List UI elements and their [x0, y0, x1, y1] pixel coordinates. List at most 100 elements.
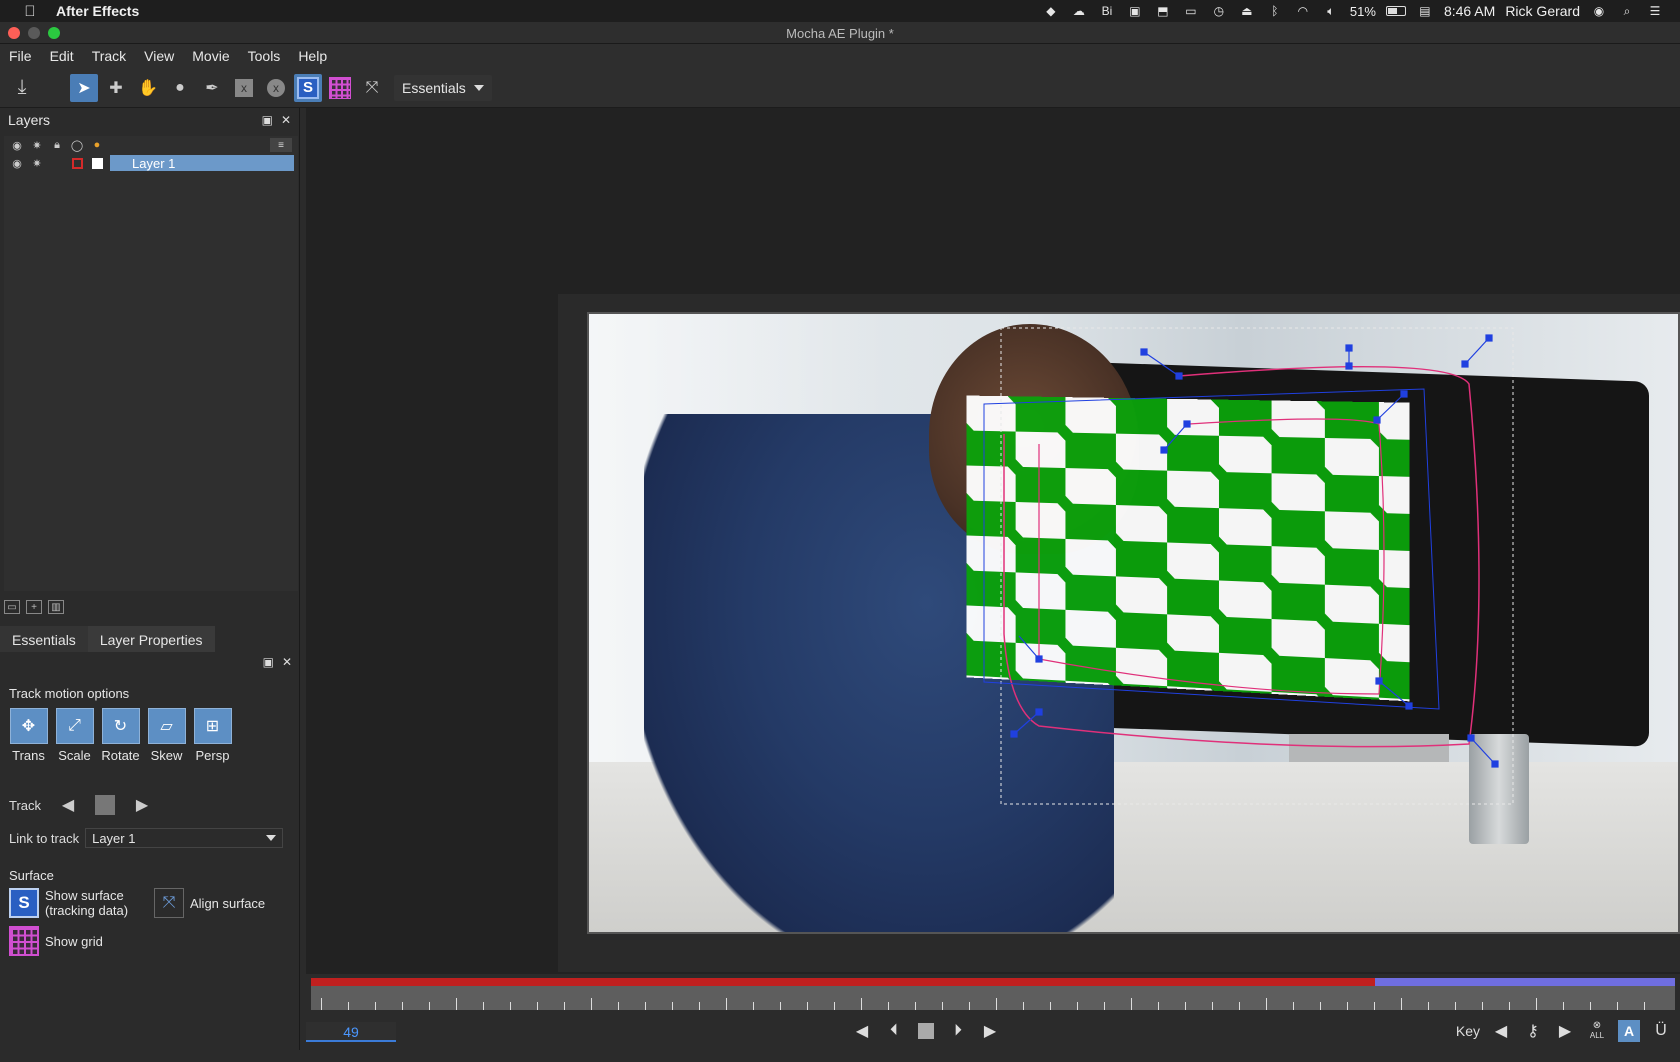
show-grid-toolbar-icon[interactable]: [326, 74, 354, 102]
stop-tracking-icon[interactable]: [95, 795, 116, 815]
spotlight-search-icon[interactable]: ⌕: [1618, 4, 1636, 18]
auto-key-icon[interactable]: A: [1618, 1020, 1640, 1042]
calendar-icon[interactable]: ▤: [1416, 4, 1434, 18]
matte-column-icon[interactable]: ◯: [70, 139, 84, 152]
apple-icon[interactable]: : [20, 3, 40, 20]
siri-icon[interactable]: ◉: [1590, 4, 1608, 18]
stop-icon[interactable]: [915, 1020, 937, 1042]
link-to-track-dropdown[interactable]: Layer 1: [85, 828, 284, 848]
layer-color-icon[interactable]: [70, 157, 84, 169]
show-surface-button[interactable]: S Show surface (tracking data): [9, 888, 128, 918]
next-key-icon[interactable]: ▶: [1554, 1020, 1576, 1042]
duplicate-layer-icon[interactable]: +: [26, 600, 42, 614]
ruler-tick: [996, 998, 997, 1010]
step-back-icon[interactable]: ⏴: [883, 1020, 905, 1042]
new-folder-icon[interactable]: ▭: [4, 600, 20, 614]
show-grid-button[interactable]: Show grid: [9, 926, 103, 956]
user-name[interactable]: Rick Gerard: [1505, 3, 1580, 19]
select-tool-icon[interactable]: ➤: [70, 73, 98, 102]
tracked-range-bar[interactable]: [311, 978, 1675, 986]
current-frame-field[interactable]: 49: [306, 1022, 396, 1042]
add-key-icon[interactable]: ⚷: [1522, 1020, 1544, 1042]
keyframe-mode-icon[interactable]: Ü: [1650, 1020, 1672, 1042]
clip-frame[interactable]: [587, 312, 1680, 934]
skew-button[interactable]: ▱ Skew: [147, 708, 186, 763]
add-point-tool-icon[interactable]: ✚: [102, 74, 130, 102]
ruler-tick: [1374, 1002, 1375, 1010]
track-forward-icon[interactable]: ▶: [131, 794, 153, 816]
pen-tool-icon[interactable]: ✒: [198, 74, 226, 102]
delete-all-keys-icon[interactable]: ⊗ ALL: [1586, 1020, 1608, 1042]
visibility-column-icon[interactable]: ◉: [10, 139, 24, 152]
lock-column-icon[interactable]: 🔒︎: [50, 139, 64, 151]
menu-track[interactable]: Track: [83, 48, 135, 64]
wifi-icon[interactable]: ◠: [1294, 4, 1312, 18]
scale-button[interactable]: ⤢ Scale: [55, 708, 94, 763]
display-icon[interactable]: ▭: [1182, 4, 1200, 18]
persp-button[interactable]: ⊞ Persp: [193, 708, 232, 763]
track-backward-icon[interactable]: ◀: [57, 794, 79, 816]
show-surface-toolbar-icon[interactable]: S: [294, 73, 322, 102]
step-forward-icon[interactable]: ⏵: [947, 1020, 969, 1042]
airplay-icon[interactable]: ⏏: [1238, 4, 1256, 18]
chevron-down-icon: [266, 835, 277, 841]
app-tray-icon[interactable]: ▣: [1126, 4, 1144, 18]
list-menu-icon[interactable]: ≡: [270, 138, 292, 152]
battery-percent[interactable]: 51%: [1350, 4, 1376, 19]
play-icon[interactable]: ▶: [979, 1020, 1001, 1042]
trash-icon[interactable]: ▥: [48, 600, 64, 614]
save-download-icon[interactable]: ⤓: [8, 74, 36, 102]
color-column-icon[interactable]: ●: [90, 139, 104, 151]
volume-icon[interactable]: 🔈︎: [1322, 4, 1340, 18]
viewer[interactable]: [306, 108, 1680, 974]
menu-edit[interactable]: Edit: [41, 48, 83, 64]
close-panel-icon[interactable]: ✕: [281, 113, 291, 127]
hand-tool-icon[interactable]: ✋: [134, 74, 162, 102]
align-surface-toolbar-icon[interactable]: ⤧: [358, 74, 386, 102]
ruler-tick: [942, 1002, 943, 1010]
tab-layer-properties[interactable]: Layer Properties: [87, 626, 215, 652]
cast-icon[interactable]: ⬒: [1154, 4, 1172, 18]
workspace-dropdown[interactable]: Essentials: [394, 74, 492, 101]
close-essentials-icon[interactable]: ✕: [282, 655, 292, 669]
tab-essentials[interactable]: Essentials: [0, 626, 88, 652]
window-title-bar: Mocha AE Plugin *: [0, 22, 1680, 44]
layer-row[interactable]: ◉ ✷ Layer 1: [4, 154, 298, 172]
lock-icon[interactable]: [50, 157, 64, 169]
persp-label: Persp: [195, 748, 230, 763]
layer-matte-icon[interactable]: [90, 157, 104, 169]
timeline-ruler[interactable]: [311, 986, 1675, 1010]
creative-cloud-icon[interactable]: ☁: [1070, 4, 1088, 18]
app-name[interactable]: After Effects: [56, 3, 139, 19]
trans-label: Trans: [12, 748, 45, 763]
menu-file[interactable]: File: [0, 48, 41, 64]
x-spline-circle-icon[interactable]: x: [262, 74, 290, 102]
battery-icon[interactable]: [1385, 6, 1406, 16]
menu-help[interactable]: Help: [289, 48, 336, 64]
undock-essentials-icon[interactable]: ▣: [263, 655, 274, 669]
rotate-button[interactable]: ↻ Rotate: [101, 708, 140, 763]
gear-icon[interactable]: ✷: [30, 157, 44, 170]
notification-center-icon[interactable]: ☰: [1646, 4, 1664, 18]
x-spline-box-icon[interactable]: x: [230, 74, 258, 102]
undock-panel-icon[interactable]: ▣: [262, 113, 273, 127]
track-controls: Track ◀ ▶: [9, 794, 153, 816]
time-machine-icon[interactable]: ◷: [1210, 4, 1228, 18]
bridge-icon[interactable]: Bi: [1098, 4, 1116, 18]
clock[interactable]: 8:46 AM: [1444, 3, 1495, 19]
zoom-tool-icon[interactable]: ●: [166, 74, 194, 102]
eye-icon[interactable]: ◉: [10, 157, 24, 170]
dropbox-icon[interactable]: ◆: [1042, 4, 1060, 18]
layer-name[interactable]: Layer 1: [110, 155, 294, 171]
bluetooth-icon[interactable]: ᛒ: [1266, 4, 1284, 18]
go-to-start-icon[interactable]: ◀: [851, 1020, 873, 1042]
align-surface-button[interactable]: ⤧ Align surface: [154, 888, 265, 918]
prev-key-icon[interactable]: ◀: [1490, 1020, 1512, 1042]
cog-column-icon[interactable]: ✷: [30, 139, 44, 152]
trans-button[interactable]: ✥ Trans: [9, 708, 48, 763]
rotate-icon: ↻: [101, 708, 140, 744]
menu-view[interactable]: View: [135, 48, 183, 64]
menu-tools[interactable]: Tools: [239, 48, 290, 64]
menu-movie[interactable]: Movie: [183, 48, 238, 64]
ruler-tick: [726, 998, 727, 1010]
